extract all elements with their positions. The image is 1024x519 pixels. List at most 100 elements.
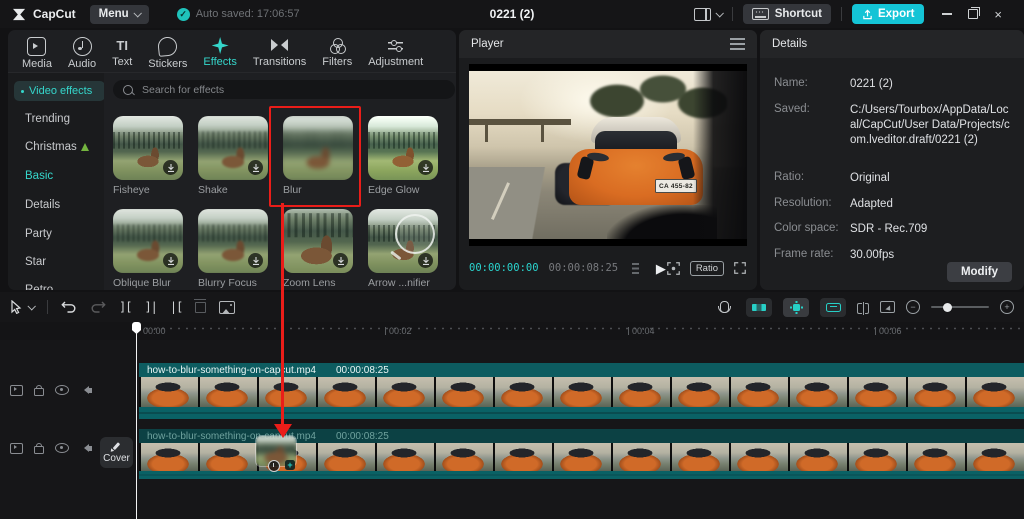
auto-splice-toggle[interactable] [783, 298, 809, 317]
lock-icon[interactable] [34, 446, 44, 454]
search-icon [123, 85, 133, 95]
shortcut-button[interactable]: Shortcut [743, 4, 831, 24]
redo-icon[interactable] [90, 301, 106, 313]
search-input[interactable] [140, 83, 404, 97]
tab-audio[interactable]: Audio [62, 35, 102, 72]
play-button[interactable]: ▶ [656, 262, 666, 275]
restore-icon[interactable] [968, 9, 978, 19]
effect-label: Oblique Blur [113, 277, 183, 289]
track1-clip-label[interactable]: how-to-blur-something-on-capcut.mp4 00:0… [139, 363, 1024, 377]
effect-tile-blur[interactable]: Blur [283, 116, 353, 196]
track-type-icon[interactable] [10, 443, 23, 454]
slider-knob[interactable] [943, 303, 952, 312]
audio-icon [73, 37, 92, 56]
snap-icon [752, 304, 766, 311]
zoom-in-button[interactable]: + [1000, 300, 1014, 314]
effect-tile-oblique-blur[interactable]: Oblique Blur [113, 209, 183, 289]
effect-tile-zoom-lens[interactable]: Zoom Lens [283, 209, 353, 289]
ratio-button[interactable]: Ratio [690, 261, 724, 276]
tab-effects[interactable]: Effects [197, 35, 242, 70]
divider [841, 7, 842, 21]
time-ruler[interactable]: 00:00 00:02 00:04 00:06 [0, 322, 1024, 340]
timeline-zoom-slider[interactable] [931, 306, 989, 308]
ruler-label: 00:06 [875, 326, 902, 336]
undo-icon[interactable] [61, 301, 77, 313]
sidebar-item-label: Trending [25, 113, 70, 125]
sidebar-item-trending[interactable]: Trending [25, 113, 70, 125]
effect-tile-blurry-focus[interactable]: Blurry Focus [198, 209, 268, 289]
sidebar-item-party[interactable]: Party [25, 228, 52, 240]
quality-icon[interactable] [632, 263, 640, 274]
ruler-label: 00:02 [385, 326, 412, 336]
visibility-icon[interactable] [55, 385, 69, 395]
microphone-icon[interactable] [720, 301, 729, 313]
detail-label: Name: [774, 77, 808, 89]
render-preview-icon[interactable] [880, 301, 895, 313]
track-type-icon[interactable] [10, 385, 23, 396]
auto-snap-toggle[interactable] [746, 298, 772, 317]
mute-icon[interactable] [80, 386, 89, 394]
tab-label: Audio [68, 58, 96, 70]
video-frame: CA 455-82 [469, 71, 747, 239]
bridge-silhouette [469, 119, 571, 125]
tick-icon [385, 327, 386, 335]
menu-button[interactable]: Menu [90, 5, 149, 24]
download-icon [418, 253, 433, 268]
details-header: Details [760, 30, 1024, 58]
tab-stickers[interactable]: Stickers [142, 35, 193, 72]
zoom-out-button[interactable]: − [906, 300, 920, 314]
tab-adjustment[interactable]: Adjustment [362, 35, 429, 70]
detail-label: Ratio: [774, 171, 804, 183]
effect-tile-shake[interactable]: Shake [198, 116, 268, 196]
download-icon [163, 160, 178, 175]
sidebar-item-label: Christmas [25, 141, 77, 153]
effect-tile-fisheye[interactable]: Fisheye [113, 116, 183, 196]
split-keep-right-icon[interactable]: |[ [170, 300, 182, 314]
sidebar-item-retro[interactable]: Retro [25, 284, 53, 290]
select-tool-button[interactable] [10, 300, 34, 314]
delete-icon[interactable] [195, 302, 206, 313]
mute-icon[interactable] [80, 444, 89, 452]
tab-text[interactable]: TIText [106, 35, 138, 70]
linkage-toggle[interactable] [820, 298, 846, 317]
detail-value-color-space: SDR - Rec.709 [850, 222, 1014, 237]
track1-audio-strip[interactable] [139, 407, 1024, 419]
sidebar-item-video-effects[interactable]: Video effects [14, 81, 104, 101]
effects-search[interactable] [113, 80, 455, 99]
sidebar-item-christmas[interactable]: Christmas [25, 141, 89, 153]
tab-filters[interactable]: Filters [316, 35, 358, 70]
effect-tile-arrow-magnifier[interactable]: Arrow ...nifier [368, 209, 438, 289]
download-icon [418, 160, 433, 175]
sidebar-item-star[interactable]: Star [25, 256, 46, 268]
sidebar-item-details[interactable]: Details [25, 199, 60, 211]
track1-filmstrip[interactable] [139, 377, 1024, 407]
split-view-icon[interactable] [857, 303, 869, 312]
layout-switch-button[interactable] [694, 8, 722, 21]
player-menu-icon[interactable] [730, 43, 745, 45]
snapshot-icon[interactable] [219, 301, 235, 314]
modify-button[interactable]: Modify [947, 262, 1012, 282]
focus-preview-icon[interactable] [666, 261, 681, 276]
export-button[interactable]: Export [852, 4, 924, 24]
effects-star-icon [212, 37, 229, 54]
orange-sports-car: CA 455-82 [569, 117, 703, 217]
effect-tile-edge-glow[interactable]: Edge Glow [368, 116, 438, 196]
download-icon [333, 253, 348, 268]
capcut-logo: CapCut [12, 7, 76, 21]
effect-label: Blurry Focus [198, 277, 268, 289]
minimize-icon[interactable] [942, 13, 952, 14]
tab-transitions[interactable]: Transitions [247, 35, 312, 70]
lock-icon[interactable] [34, 388, 44, 396]
split-icon[interactable]: ][ [119, 300, 131, 314]
autosave-text: Auto saved: 17:06:57 [196, 8, 300, 20]
cover-button[interactable]: Cover [100, 437, 133, 468]
track2-audio-strip[interactable] [139, 471, 1024, 479]
split-keep-left-icon[interactable]: ]| [144, 300, 156, 314]
sidebar-item-basic[interactable]: Basic [25, 170, 53, 182]
sparkle-icon [793, 304, 800, 311]
tab-media[interactable]: Media [16, 35, 58, 72]
visibility-icon[interactable] [55, 443, 69, 453]
fullscreen-icon[interactable] [733, 261, 747, 275]
close-icon[interactable]: × [994, 7, 1002, 22]
autosave-status: ✓ Auto saved: 17:06:57 [177, 8, 300, 21]
